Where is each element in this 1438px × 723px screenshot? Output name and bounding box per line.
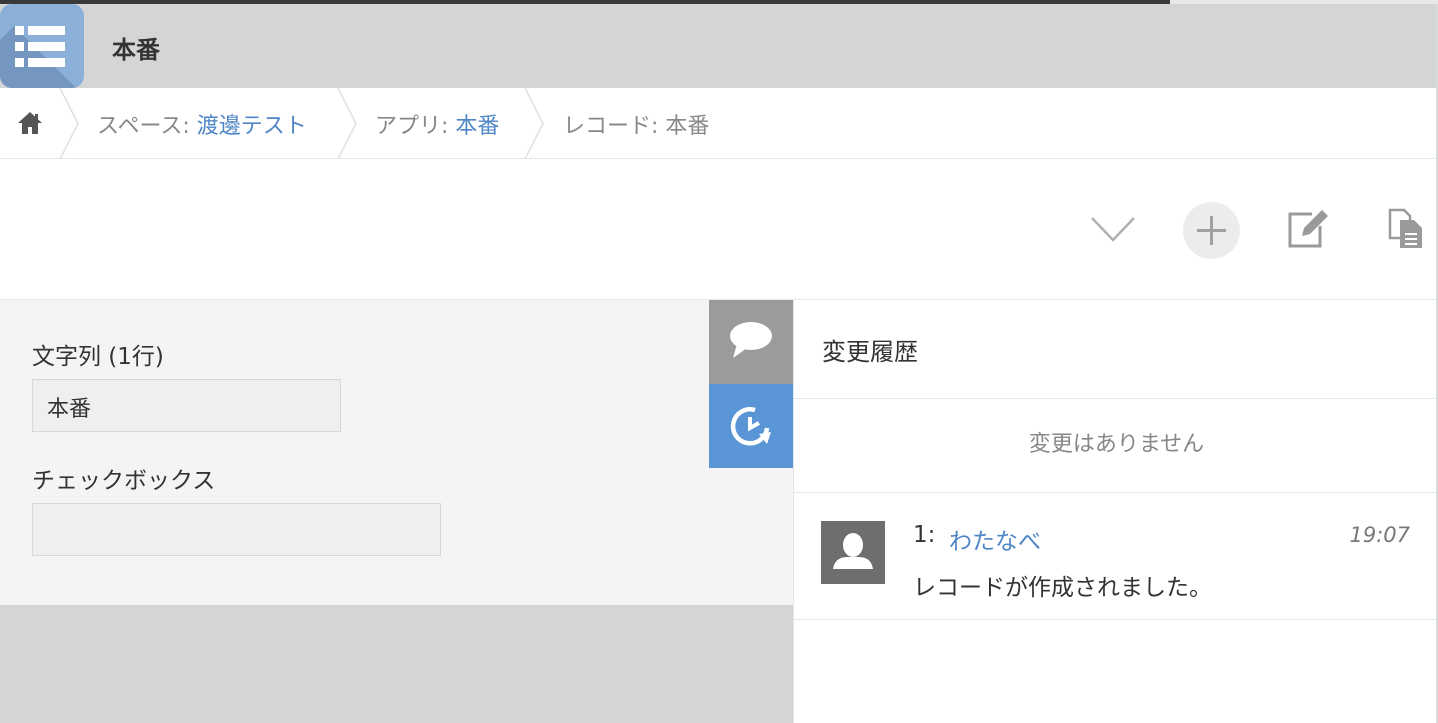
history-tab[interactable]: [709, 384, 793, 468]
history-entry-message: レコードが作成されました。: [913, 575, 1212, 601]
breadcrumb-separator: [524, 88, 544, 159]
history-icon: [730, 407, 771, 446]
app-header: 本番: [0, 4, 1438, 88]
app-title: 本番: [112, 36, 160, 64]
home-icon[interactable]: [17, 111, 43, 135]
text-field-label: 文字列 (1行): [32, 344, 164, 370]
comment-icon: [730, 322, 772, 358]
breadcrumb-separator: [59, 88, 79, 159]
breadcrumb-space: スペース: 渡邊テスト: [97, 108, 307, 140]
breadcrumb-app: アプリ: 本番: [375, 108, 499, 140]
divider: [794, 492, 1438, 493]
breadcrumb: スペース: 渡邊テスト アプリ: 本番 レコード: 本番: [0, 88, 1438, 159]
history-entry-time: 19:07: [1349, 523, 1410, 547]
divider: [794, 398, 1438, 399]
breadcrumb-app-prefix: アプリ:: [375, 114, 449, 139]
add-record-button[interactable]: [1183, 202, 1240, 259]
checkbox-field-label: チェックボックス: [32, 468, 216, 494]
history-title: 変更履歴: [822, 338, 918, 366]
history-panel: 変更履歴 変更はありません 1: わたなべ 19:07 レコードが作成されました…: [793, 300, 1438, 723]
history-entry-number: 1:: [913, 522, 936, 548]
no-changes-message: 変更はありません: [1028, 432, 1205, 457]
copy-record-icon[interactable]: [1388, 208, 1426, 250]
checkbox-field-value: [32, 503, 441, 556]
record-toolbar: [0, 159, 1438, 300]
breadcrumb-separator: [337, 88, 357, 159]
breadcrumb-space-prefix: スペース:: [97, 114, 190, 139]
chevron-down-icon[interactable]: [1090, 215, 1136, 243]
text-field-value: 本番: [32, 379, 341, 432]
side-tab-spacer: [709, 468, 793, 605]
avatar[interactable]: [821, 521, 885, 584]
record-form: 文字列 (1行) 本番 チェックボックス: [0, 300, 710, 605]
breadcrumb-record: レコード: 本番: [563, 114, 710, 139]
comment-tab[interactable]: [709, 300, 793, 384]
plus-icon: [1197, 216, 1226, 245]
edit-icon[interactable]: [1286, 208, 1330, 250]
breadcrumb-space-link[interactable]: 渡邊テスト: [197, 114, 307, 139]
user-icon: [833, 533, 873, 569]
divider: [794, 619, 1438, 620]
breadcrumb-app-link[interactable]: 本番: [455, 114, 499, 139]
app-list-icon[interactable]: [0, 4, 84, 88]
history-entry-user-link[interactable]: わたなべ: [949, 522, 1041, 556]
